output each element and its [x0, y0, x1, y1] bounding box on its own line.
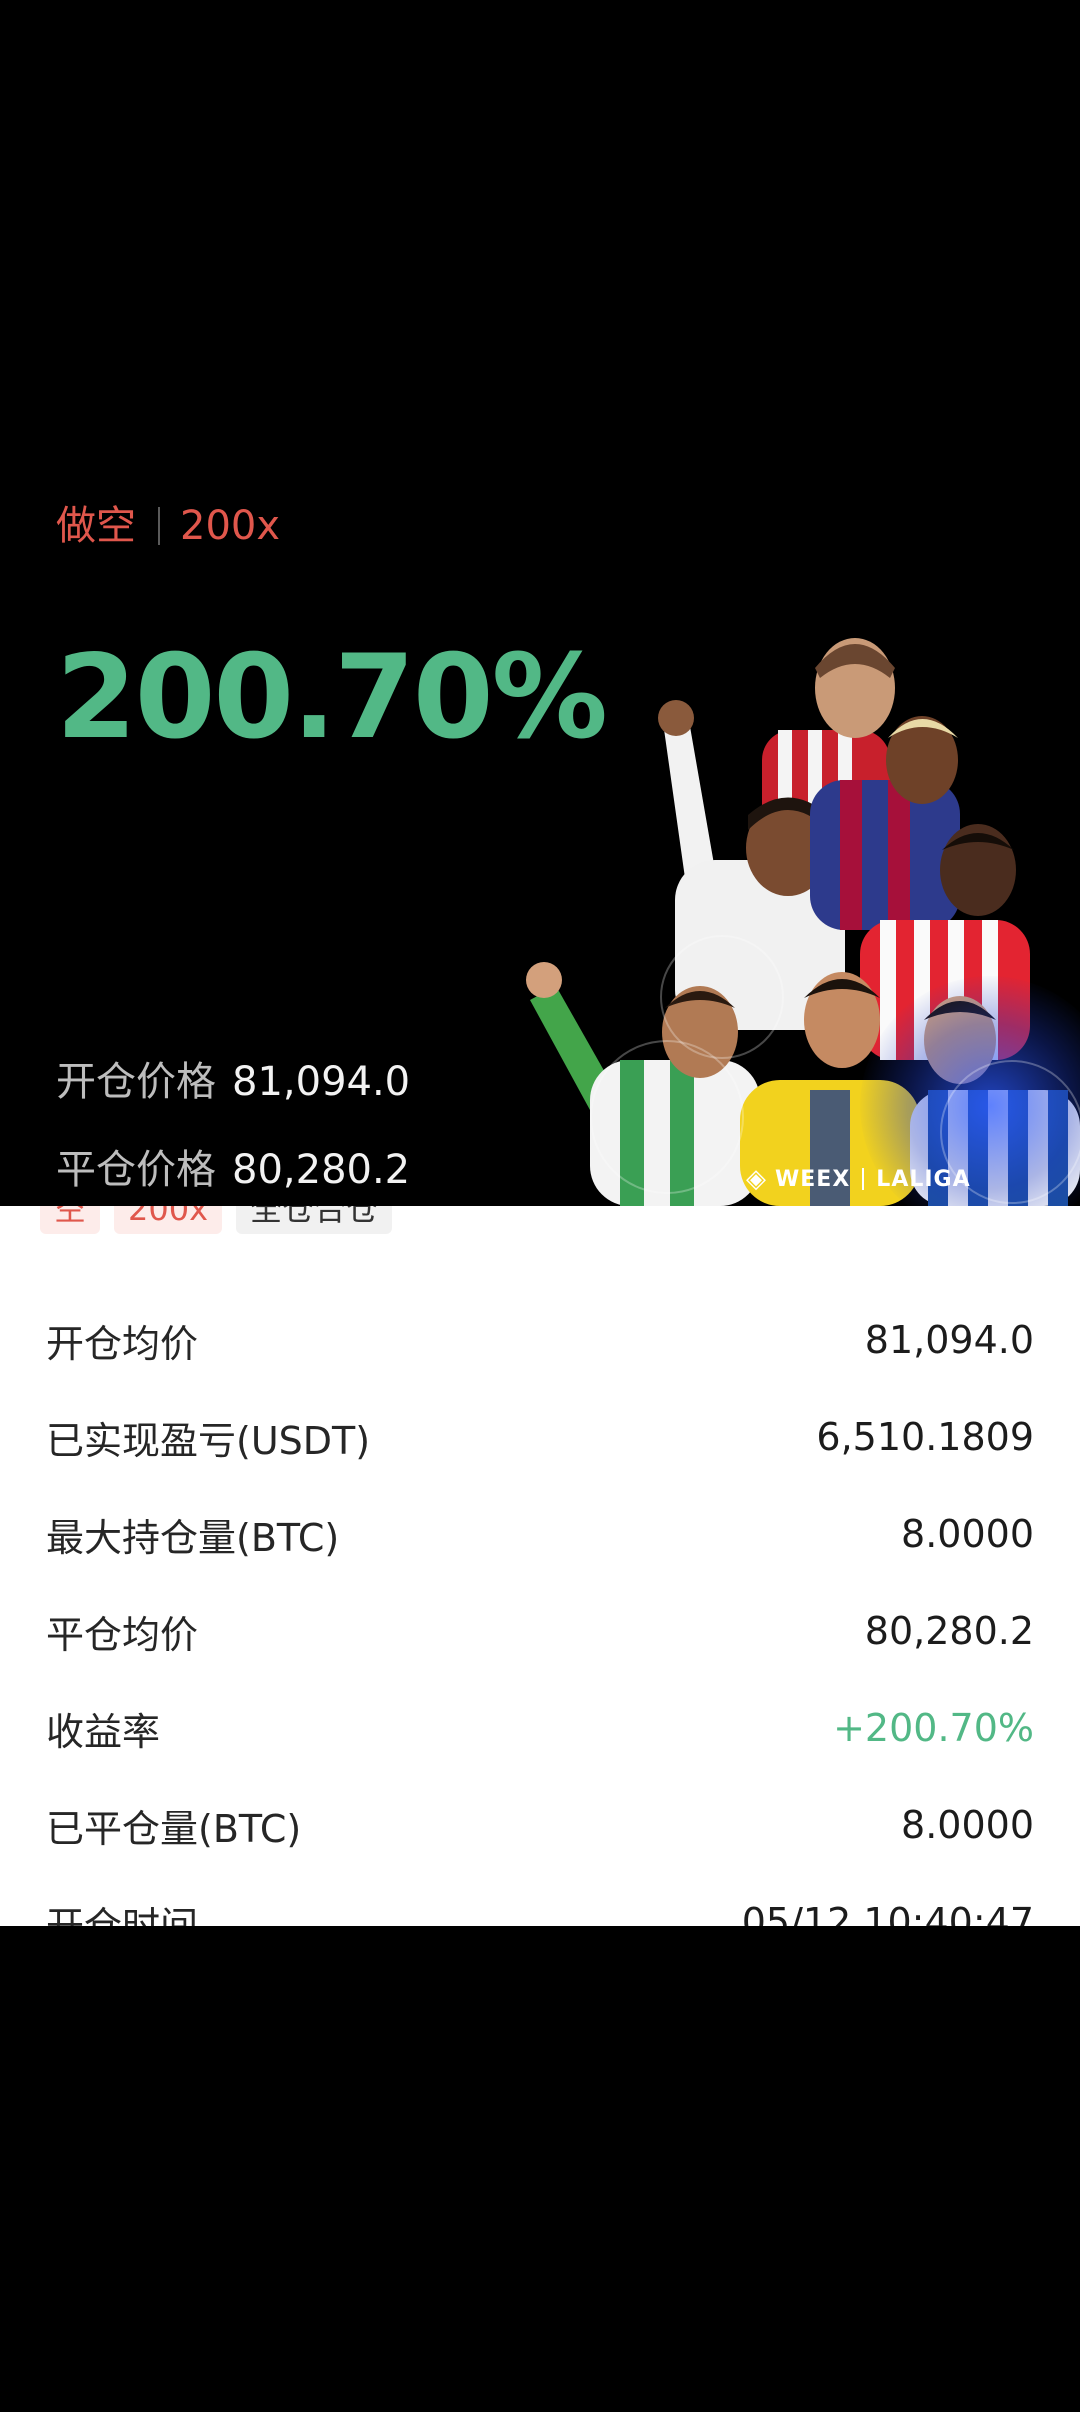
close-price-row: 平仓价格 80,280.2 — [56, 1142, 410, 1198]
detail-label: 最大持仓量(BTC) — [46, 1515, 340, 1560]
detail-value: 6,510.1809 — [816, 1415, 1034, 1459]
leverage: 200x — [180, 503, 281, 549]
detail-row-avg-open: 开仓均价 81,094.0 — [46, 1310, 1034, 1370]
detail-value: 05/12 10:40:47 — [741, 1900, 1034, 1926]
partner-name: LALIGA — [876, 1166, 971, 1192]
pnl-share-card: 做空 200x 200.70% ◈ WEEX LALIGA 开仓价格 81,09… — [0, 0, 1080, 1206]
brand-name: WEEX — [775, 1166, 851, 1192]
detail-label: 开仓均价 — [46, 1321, 199, 1366]
detail-value: 8.0000 — [901, 1512, 1034, 1556]
leverage-tag: 200x — [114, 1206, 223, 1234]
detail-value: 80,280.2 — [864, 1609, 1034, 1653]
margin-mode-tag: 全仓合仓 — [236, 1206, 393, 1234]
detail-row-avg-close: 平仓均价 80,280.2 — [46, 1601, 1034, 1661]
open-price-label: 开仓价格 — [56, 1059, 216, 1105]
detail-label: 已实现盈亏(USDT) — [46, 1418, 371, 1463]
weex-laliga-brand: ◈ WEEX LALIGA — [746, 1164, 971, 1194]
detail-row-max-position: 最大持仓量(BTC) 8.0000 — [46, 1504, 1034, 1564]
close-price-label: 平仓价格 — [56, 1147, 216, 1193]
position-side-row: 做空 200x — [56, 498, 280, 554]
close-price-value: 80,280.2 — [232, 1147, 411, 1193]
side-tag: 空 — [40, 1206, 101, 1234]
detail-row-closed-size: 已平仓量(BTC) 8.0000 — [46, 1795, 1034, 1855]
position-side: 做空 — [56, 503, 136, 549]
detail-label: 平仓均价 — [46, 1612, 199, 1657]
detail-label: 开仓时间 — [46, 1903, 199, 1927]
detail-value: 81,094.0 — [864, 1318, 1034, 1362]
side-divider — [158, 507, 160, 545]
weex-logo-icon: ◈ — [746, 1164, 767, 1194]
detail-value: 8.0000 — [901, 1803, 1034, 1847]
detail-row-realized-pnl: 已实现盈亏(USDT) 6,510.1809 — [46, 1407, 1034, 1467]
position-tags: 空 200x 全仓合仓 — [40, 1206, 393, 1234]
position-details-sheet: 空 200x 全仓合仓 开仓均价 81,094.0 已实现盈亏(USDT) 6,… — [0, 1206, 1080, 1926]
detail-row-roe: 收益率 +200.70% — [46, 1698, 1034, 1758]
open-price-row: 开仓价格 81,094.0 — [56, 1054, 410, 1110]
detail-label: 收益率 — [46, 1709, 161, 1754]
detail-row-open-time: 开仓时间 05/12 10:40:47 — [46, 1892, 1034, 1926]
detail-value: +200.70% — [833, 1706, 1034, 1750]
laliga-players-image: ◈ WEEX LALIGA — [510, 620, 1080, 1206]
detail-label: 已平仓量(BTC) — [46, 1806, 302, 1851]
open-price-value: 81,094.0 — [232, 1059, 411, 1105]
